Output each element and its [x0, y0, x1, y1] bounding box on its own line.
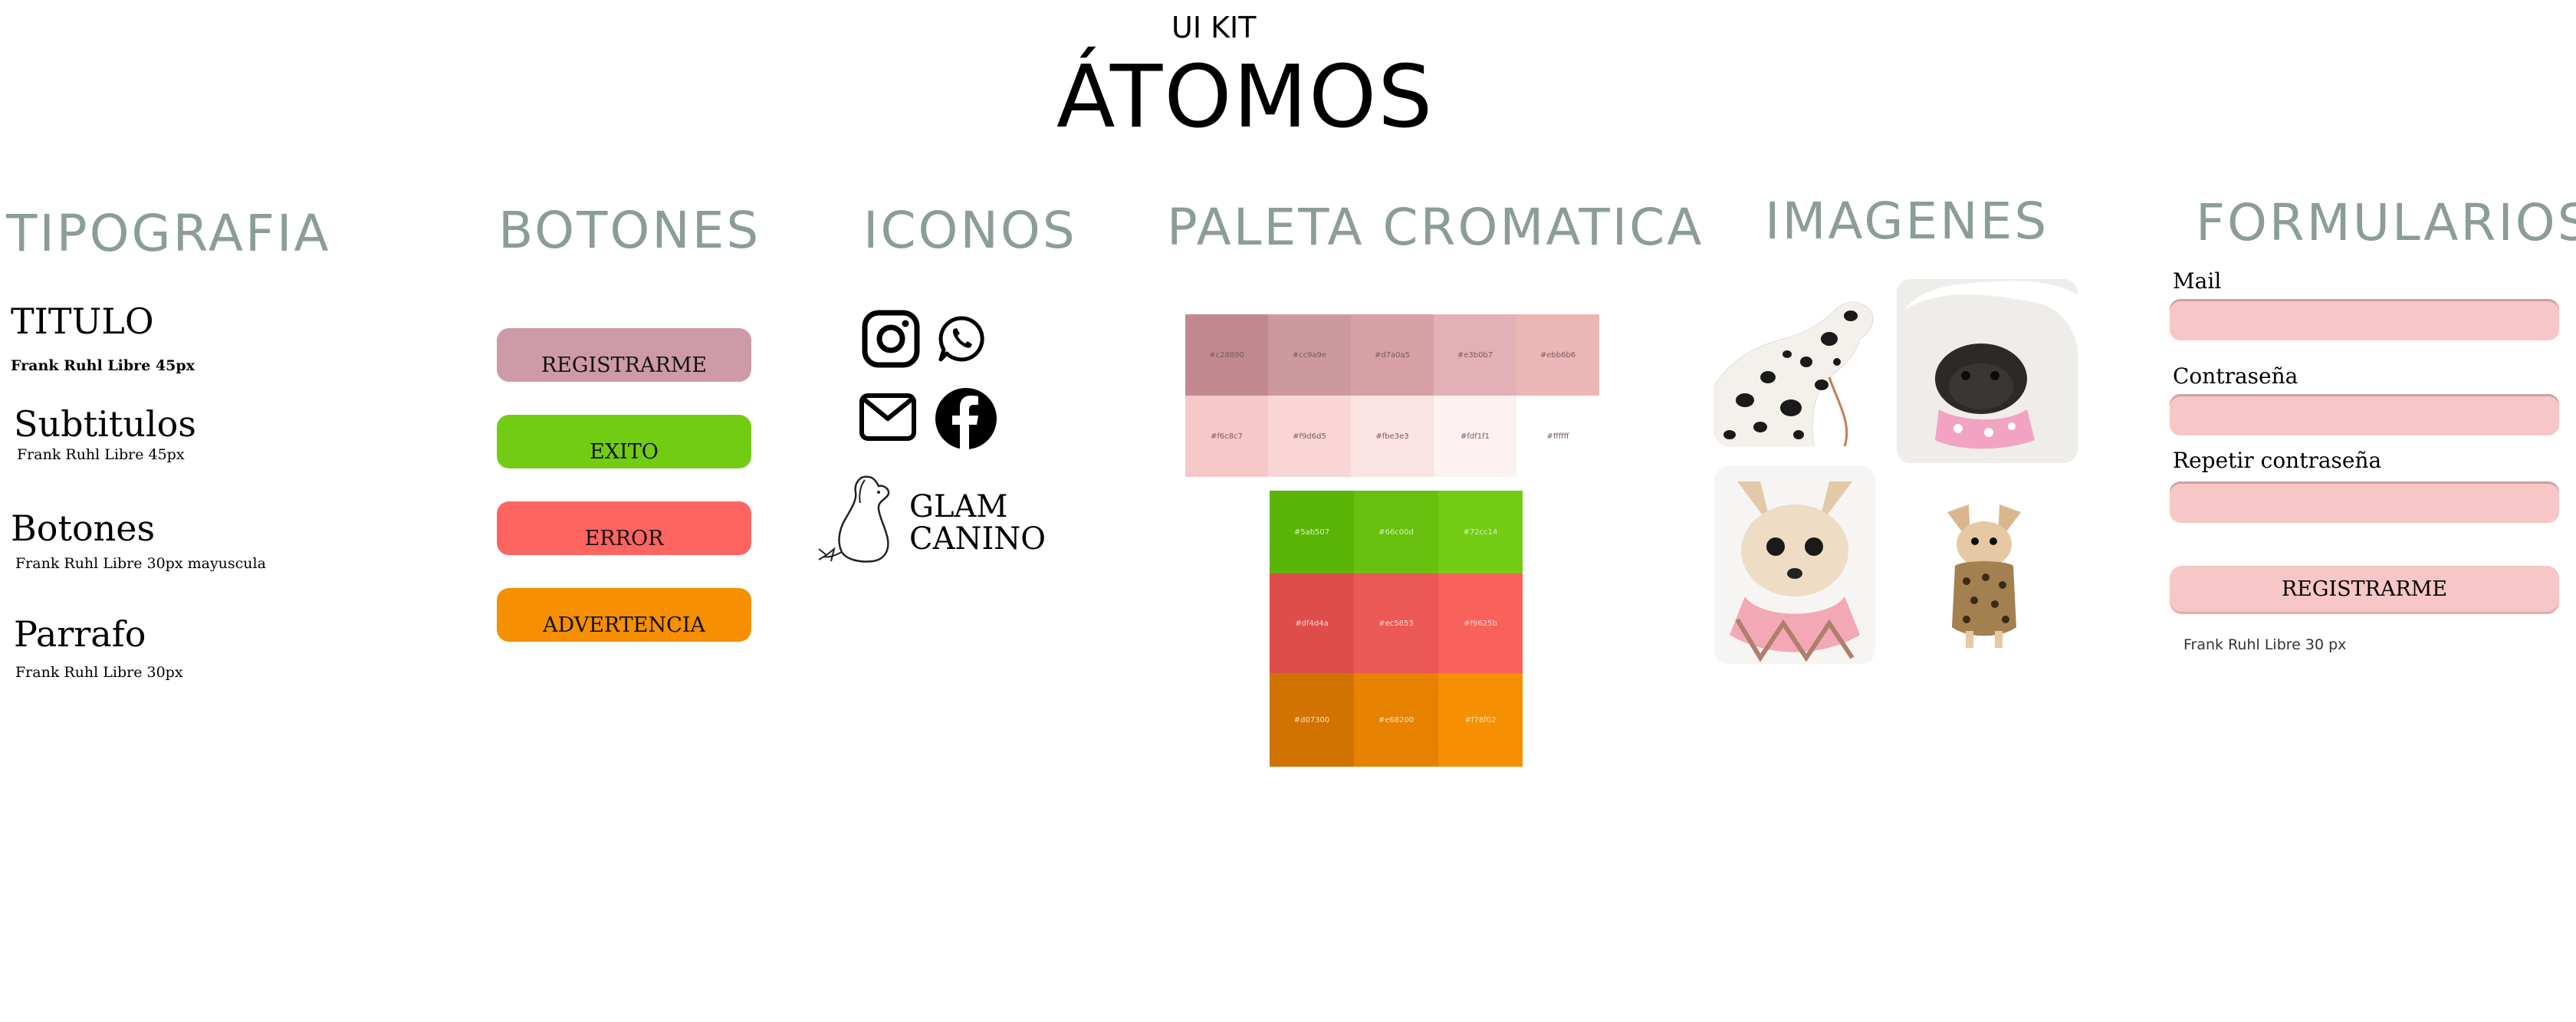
facebook-icon[interactable]	[934, 386, 998, 451]
section-title-typography: TIPOGRAFIA	[6, 204, 331, 263]
color-swatch: #ebb6b6	[1516, 314, 1599, 396]
typography-buttons-sample: Botones	[11, 508, 156, 549]
color-swatch: #f6c8c7	[1185, 396, 1268, 477]
swatch-hex-label: #ec5853	[1378, 619, 1414, 628]
form-register-button[interactable]: REGISTRARME	[2170, 566, 2559, 612]
color-swatch: #c28890	[1185, 314, 1268, 396]
leopard-coat-chihuahua-photo	[1932, 497, 2036, 650]
palette-greens: #5ab507 #66c00d #72cc14	[1270, 491, 1523, 573]
swatch-hex-label: #f9d6d5	[1293, 432, 1326, 441]
repeat-password-field[interactable]	[2170, 481, 2559, 523]
typography-subtitle-sample: Subtitulos	[14, 403, 196, 445]
swatch-hex-label: #f6c8c7	[1211, 432, 1243, 441]
swatch-hex-label: #e68200	[1378, 715, 1414, 725]
swatch-hex-label: #d07300	[1293, 715, 1330, 725]
color-swatch: #df4d4a	[1270, 573, 1354, 673]
typography-buttons-spec: Frank Ruhl Libre 30px mayuscula	[15, 555, 266, 572]
swatch-hex-label: #fbe3e3	[1375, 432, 1409, 441]
typography-title-sample: TITULO	[11, 301, 154, 342]
register-button[interactable]: REGISTRARME	[497, 328, 751, 382]
error-button[interactable]: ERROR	[497, 501, 751, 555]
password-label: Contraseña	[2173, 363, 2298, 389]
color-swatch: #ffffff	[1516, 396, 1599, 477]
swatch-hex-label: #72cc14	[1463, 527, 1498, 537]
color-swatch: #f9625b	[1438, 573, 1523, 673]
form-font-spec: Frank Ruhl Libre 30 px	[2183, 636, 2347, 653]
color-swatch: #66c00d	[1354, 491, 1438, 573]
section-title-forms: FORMULARIOS	[2196, 193, 2576, 252]
swatch-hex-label: #d7a0a5	[1374, 350, 1411, 360]
dog-logo-icon	[814, 469, 922, 569]
color-swatch: #e68200	[1354, 673, 1438, 767]
swatch-hex-label: #5ab507	[1293, 527, 1330, 537]
mail-icon[interactable]	[859, 393, 917, 442]
success-button[interactable]: EXITO	[497, 415, 751, 468]
swatch-hex-label: #66c00d	[1378, 527, 1414, 537]
chihuahua-photo	[1714, 466, 1875, 664]
password-field[interactable]	[2170, 394, 2559, 435]
typography-paragraph-spec: Frank Ruhl Libre 30px	[15, 664, 183, 681]
repeat-password-label: Repetir contraseña	[2173, 448, 2382, 473]
swatch-hex-label: #f78f02	[1464, 715, 1497, 725]
color-swatch: #d7a0a5	[1351, 314, 1434, 396]
swatch-hex-label: #e3b0b7	[1457, 350, 1493, 360]
swatch-hex-label: #c28890	[1209, 350, 1244, 360]
typography-subtitle-spec: Frank Ruhl Libre 45px	[17, 446, 185, 463]
section-title-icons: ICONOS	[863, 201, 1077, 260]
color-swatch: #e3b0b7	[1434, 314, 1516, 396]
page-title: ÁTOMOS	[1056, 48, 1434, 147]
color-swatch: #f9d6d5	[1268, 396, 1351, 477]
color-swatch: #fbe3e3	[1351, 396, 1434, 477]
section-title-images: IMAGENES	[1765, 192, 2049, 251]
palette-pinks-row1: #c28890 #cc9a9e #d7a0a5 #e3b0b7 #ebb6b6	[1185, 314, 1599, 396]
swatch-hex-label: #ebb6b6	[1539, 350, 1576, 360]
color-swatch: #ec5853	[1354, 573, 1438, 673]
swatch-hex-label: #ffffff	[1546, 432, 1569, 441]
palette-oranges: #d07300 #e68200 #f78f02	[1270, 673, 1523, 767]
swatch-hex-label: #fdf1f1	[1460, 432, 1490, 441]
whatsapp-icon[interactable]	[937, 314, 986, 363]
mail-label: Mail	[2173, 268, 2222, 294]
kit-label: UI KIT	[1171, 11, 1257, 44]
color-swatch: #5ab507	[1270, 491, 1354, 573]
color-swatch: #d07300	[1270, 673, 1354, 767]
instagram-icon[interactable]	[862, 310, 920, 368]
section-title-buttons: BOTONES	[498, 201, 761, 260]
color-swatch: #cc9a9e	[1268, 314, 1351, 396]
section-title-palette: PALETA CROMATICA	[1167, 198, 1704, 257]
swatch-hex-label: #f9625b	[1464, 619, 1497, 628]
mail-field[interactable]	[2170, 299, 2559, 340]
palette-pinks-row2: #f6c8c7 #f9d6d5 #fbe3e3 #fdf1f1 #ffffff	[1185, 396, 1599, 477]
typography-title-spec: Frank Ruhl Libre 45px	[11, 357, 195, 374]
swatch-hex-label: #cc9a9e	[1292, 350, 1327, 360]
logo-text-line2: CANINO	[909, 521, 1046, 557]
pug-photo	[1897, 279, 2078, 463]
logo-text-line1: GLAM	[909, 489, 1008, 524]
color-swatch: #f78f02	[1438, 673, 1523, 767]
warning-button[interactable]: ADVERTENCIA	[497, 588, 751, 642]
typography-paragraph-sample: Parrafo	[14, 613, 146, 655]
color-swatch: #fdf1f1	[1434, 396, 1516, 477]
palette-reds: #df4d4a #ec5853 #f9625b	[1270, 573, 1523, 673]
dalmatian-photo	[1714, 293, 1875, 446]
swatch-hex-label: #df4d4a	[1295, 619, 1329, 628]
color-swatch: #72cc14	[1438, 491, 1523, 573]
